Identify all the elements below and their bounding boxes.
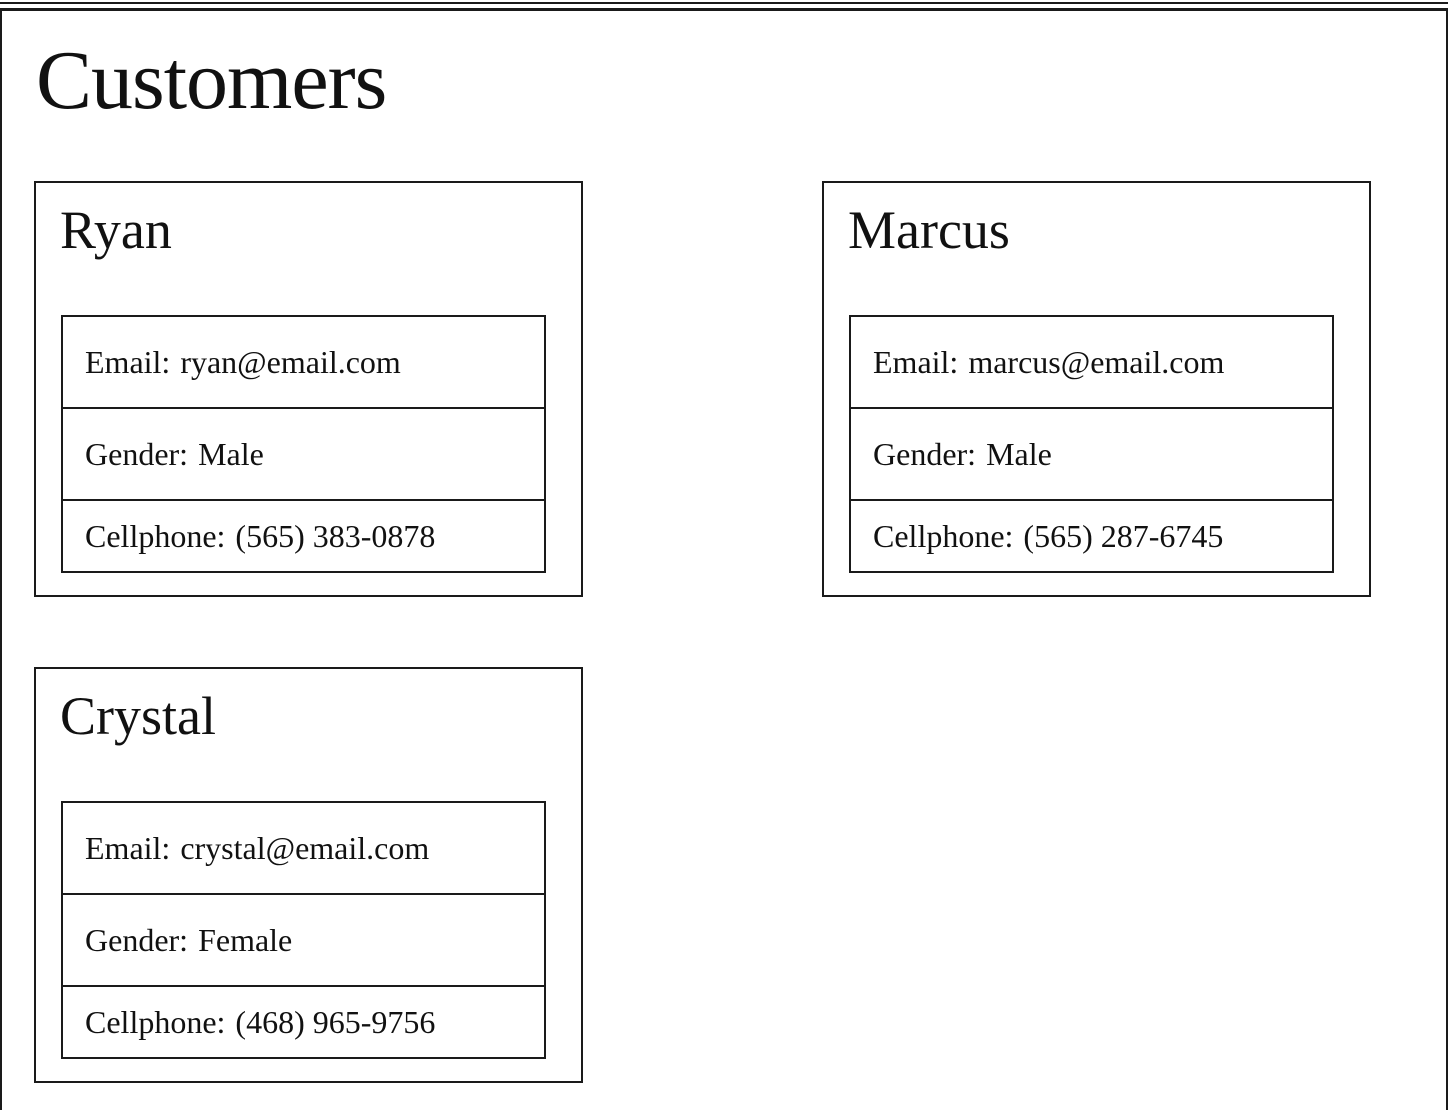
customer-card-marcus: Marcus Email: marcus@email.com Gender: M… bbox=[822, 181, 1371, 597]
page-title: Customers bbox=[36, 34, 387, 127]
email-row: Email: marcus@email.com bbox=[851, 317, 1332, 409]
gender-label: Gender: bbox=[873, 436, 977, 472]
gender-value: Female bbox=[198, 922, 293, 958]
cellphone-label: Cellphone: bbox=[85, 518, 226, 554]
customer-details: Email: ryan@email.com Gender: Male Cellp… bbox=[61, 315, 546, 573]
gender-label: Gender: bbox=[85, 436, 189, 472]
cellphone-row: Cellphone: (565) 287-6745 bbox=[851, 501, 1332, 571]
email-label: Email: bbox=[85, 830, 171, 866]
email-value: marcus@email.com bbox=[968, 344, 1225, 380]
customer-name: Ryan bbox=[60, 200, 172, 260]
email-label: Email: bbox=[85, 344, 171, 380]
email-value: crystal@email.com bbox=[180, 830, 430, 866]
customer-name: Marcus bbox=[848, 200, 1010, 260]
gender-row: Gender: Male bbox=[63, 409, 544, 501]
cellphone-value: (565) 383-0878 bbox=[235, 518, 436, 554]
cellphone-label: Cellphone: bbox=[873, 518, 1014, 554]
cellphone-row: Cellphone: (565) 383-0878 bbox=[63, 501, 544, 571]
customer-card-ryan: Ryan Email: ryan@email.com Gender: Male … bbox=[34, 181, 583, 597]
cellphone-label: Cellphone: bbox=[85, 1004, 226, 1040]
customer-details: Email: marcus@email.com Gender: Male Cel… bbox=[849, 315, 1334, 573]
customer-card-crystal: Crystal Email: crystal@email.com Gender:… bbox=[34, 667, 583, 1083]
cellphone-value: (565) 287-6745 bbox=[1023, 518, 1224, 554]
email-value: ryan@email.com bbox=[180, 344, 401, 380]
email-row: Email: crystal@email.com bbox=[63, 803, 544, 895]
email-row: Email: ryan@email.com bbox=[63, 317, 544, 409]
cellphone-value: (468) 965-9756 bbox=[235, 1004, 436, 1040]
gender-row: Gender: Female bbox=[63, 895, 544, 987]
gender-label: Gender: bbox=[85, 922, 189, 958]
gender-value: Male bbox=[198, 436, 264, 472]
gender-row: Gender: Male bbox=[851, 409, 1332, 501]
gender-value: Male bbox=[986, 436, 1052, 472]
customer-name: Crystal bbox=[60, 686, 216, 746]
cellphone-row: Cellphone: (468) 965-9756 bbox=[63, 987, 544, 1057]
customers-container: Customers Ryan Email: ryan@email.com Gen… bbox=[0, 2, 1448, 1110]
email-label: Email: bbox=[873, 344, 959, 380]
customer-details: Email: crystal@email.com Gender: Female … bbox=[61, 801, 546, 1059]
